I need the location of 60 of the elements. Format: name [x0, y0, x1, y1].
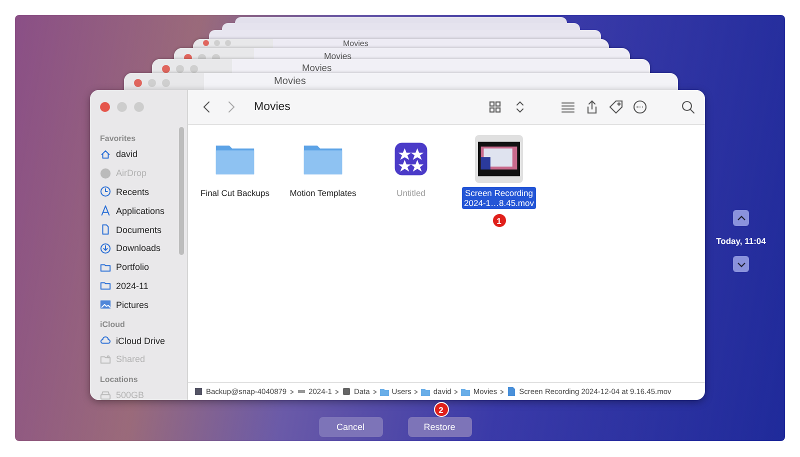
icon-view-icon[interactable]	[489, 100, 503, 114]
more-icon[interactable]	[633, 100, 647, 114]
folder-icon	[461, 387, 470, 396]
chevron-icon	[372, 388, 377, 394]
photo-icon	[100, 299, 111, 310]
house-icon	[100, 148, 111, 160]
step-badge: 2	[434, 402, 448, 417]
video-thumbnail	[478, 141, 520, 177]
apps-icon	[100, 205, 111, 216]
share-icon[interactable]	[585, 100, 599, 114]
sidebar-item[interactable]: Applications	[90, 201, 187, 220]
window-title: Movies	[343, 39, 368, 48]
document-icon	[100, 224, 111, 236]
up-button[interactable]	[733, 210, 749, 226]
chevron-up-icon	[736, 214, 746, 222]
sidebar-item[interactable]: david	[90, 145, 187, 164]
sidebar-item[interactable]: Pictures	[90, 295, 187, 314]
sidebar-item[interactable]: iCloud Drive	[90, 331, 187, 350]
backup-time: Today, 11:04	[716, 236, 766, 246]
search-icon[interactable]	[681, 100, 695, 114]
section-heading: Favorites	[99, 133, 137, 145]
file-icon	[507, 387, 516, 396]
chevron-icon	[454, 388, 458, 394]
tag-icon[interactable]	[609, 100, 623, 114]
close-button[interactable]	[100, 102, 110, 112]
group-icon[interactable]	[561, 100, 575, 114]
folder-icon	[380, 387, 389, 396]
step-badge: 1	[492, 213, 506, 228]
folder-icon	[100, 280, 111, 292]
cancel-button[interactable]: Cancel	[318, 417, 382, 437]
file-name[interactable]: Motion Templates	[288, 187, 358, 199]
shared-folder-icon	[100, 354, 111, 365]
file-item[interactable]	[475, 135, 523, 183]
clock-icon	[100, 186, 111, 198]
chevron-icon	[334, 388, 339, 394]
file-name[interactable]: Screen Recording 2024-1…8.45.mov	[462, 187, 536, 209]
window-title: Movies	[302, 62, 332, 73]
window-title: Movies	[274, 76, 306, 87]
download-icon	[100, 242, 111, 254]
sidebar-item[interactable]: Documents	[90, 220, 187, 239]
scrollbar[interactable]	[179, 127, 184, 255]
chevron-icon	[500, 388, 504, 394]
chevron-icon	[414, 388, 418, 394]
cloud-icon	[100, 335, 111, 346]
file-name[interactable]: Final Cut Backups	[198, 187, 272, 199]
restore-button[interactable]: Restore	[408, 417, 472, 437]
chevron-icon	[290, 388, 294, 394]
folder-icon	[421, 387, 430, 396]
sidebar-item[interactable]: Recents	[90, 182, 187, 202]
sidebar-item[interactable]: Downloads	[90, 238, 187, 258]
chevron-down-icon	[736, 260, 746, 268]
section-heading: iCloud	[99, 319, 126, 332]
window-title: Movies	[254, 101, 292, 113]
folder-icon	[100, 262, 111, 273]
sidebar-item[interactable]: Portfolio	[90, 258, 187, 277]
section-heading: Locations	[99, 374, 139, 386]
window-title: Movies	[324, 51, 352, 61]
down-button[interactable]	[733, 256, 749, 272]
app-icon	[393, 141, 429, 177]
sidebar-item[interactable]: 2024-11	[90, 276, 187, 296]
